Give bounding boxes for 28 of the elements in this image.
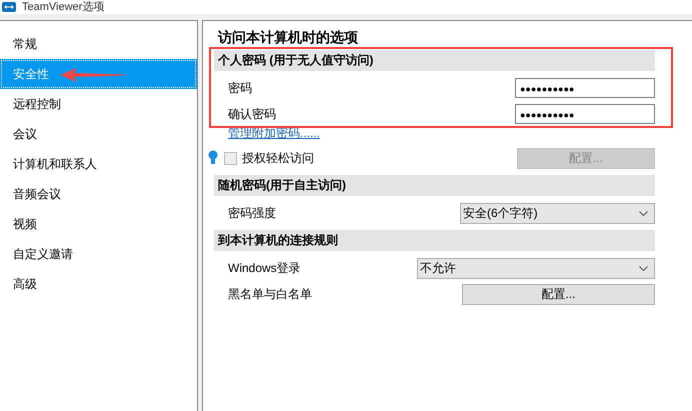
configure-button[interactable]: 配置...	[462, 284, 655, 304]
dropdown[interactable]: 不允许	[417, 258, 655, 278]
section-header: 个人密码 (用于无人值守访问)	[214, 50, 655, 71]
checkbox-label: 授权轻松访问	[242, 150, 314, 166]
sidebar-item[interactable]: 音频会议	[0, 179, 197, 209]
sidebar-item[interactable]: 常规	[0, 29, 197, 59]
lightbulb-icon	[208, 150, 218, 166]
sidebar-item[interactable]: 高级	[0, 269, 197, 299]
password-field[interactable]: ●●●●●●●●●●	[515, 78, 655, 98]
dropdown[interactable]: 安全(6个字符)	[460, 202, 655, 224]
password-field[interactable]: ●●●●●●●●●●	[515, 104, 655, 124]
sidebar-item[interactable]: 自定义邀请	[0, 239, 197, 269]
field-label: 黑名单与白名单	[228, 286, 312, 302]
field-label: 密码	[228, 80, 252, 96]
chevron-down-icon	[639, 266, 648, 270]
sidebar-item[interactable]: 会议	[0, 119, 197, 149]
sidebar-item[interactable]: 计算机和联系人	[0, 149, 197, 179]
annotation-arrow	[60, 67, 124, 83]
field-label: 密码强度	[228, 204, 276, 222]
window-title: TeamViewer选项	[22, 0, 104, 14]
section-header: 随机密码(用于自主访问)	[214, 175, 655, 196]
sidebar-item[interactable]: 视频	[0, 209, 197, 239]
sidebar-item[interactable]: 远程控制	[0, 89, 197, 119]
field-label: Windows登录	[228, 260, 301, 276]
field-label: 确认密码	[228, 106, 276, 122]
section-header: 到本计算机的连接规则	[214, 230, 655, 251]
chevron-down-icon	[639, 210, 648, 216]
page-title: 访问本计算机时的选项	[216, 28, 359, 47]
